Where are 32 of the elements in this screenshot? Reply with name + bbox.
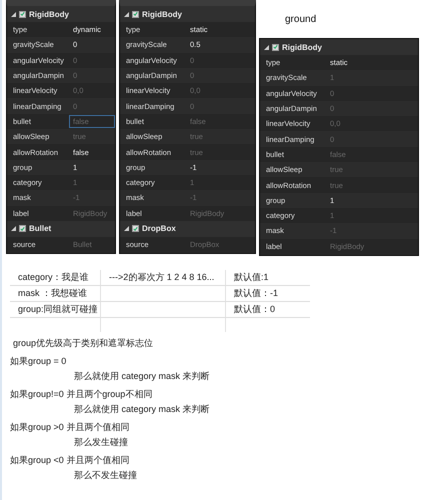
table-cell-text: group:同组就可碰撞 bbox=[17, 302, 99, 316]
checkbox[interactable] bbox=[19, 225, 26, 232]
section-header[interactable]: Bullet bbox=[7, 220, 115, 237]
table-cell-text: mask ：我想碰谁 bbox=[17, 286, 88, 300]
table-cell: 默认值:1 bbox=[225, 270, 310, 285]
table-cell: 默认值：0 bbox=[225, 302, 310, 317]
note-line: 如果group = 0 bbox=[9, 354, 68, 368]
table-cell-text: category：我是谁 bbox=[17, 270, 90, 284]
section-header[interactable]: RigidBody bbox=[260, 39, 418, 55]
section-title: RigidBody bbox=[142, 10, 182, 18]
table-cell: --->2的幂次方 1 2 4 8 16... bbox=[100, 270, 225, 285]
checkbox[interactable] bbox=[132, 10, 139, 18]
note-line: 如果group!=0 并且两个group不相同 bbox=[9, 388, 154, 401]
section-title: DropBox bbox=[142, 224, 176, 234]
note-line: group优先级高于类别和遮罩标志位 bbox=[12, 336, 154, 350]
section-header[interactable]: RigidBody bbox=[120, 6, 255, 22]
checkbox[interactable] bbox=[132, 225, 139, 232]
checkbox[interactable] bbox=[19, 10, 26, 18]
section-title: Bullet bbox=[29, 224, 52, 234]
note-line: 那么不发生碰撞 bbox=[73, 468, 138, 482]
note-line: 如果group <0 并且两个值相同 bbox=[9, 454, 130, 467]
checkbox[interactable] bbox=[272, 44, 279, 50]
table-cell: 默认值：-1 bbox=[225, 286, 310, 301]
section-title: RigidBody bbox=[282, 42, 322, 52]
note-line: 那么就使用 category mask 来判断 bbox=[73, 402, 211, 416]
section-header[interactable]: DropBox bbox=[120, 220, 255, 237]
section-title: RigidBody bbox=[29, 10, 69, 18]
note-line: 如果group >0 并且两个值相同 bbox=[9, 420, 130, 434]
section-header[interactable]: RigidBody bbox=[7, 6, 115, 22]
object-title: ground bbox=[284, 13, 318, 27]
note-line: 那么发生碰撞 bbox=[73, 436, 129, 449]
note-line: 那么就使用 category mask 来判断 bbox=[73, 370, 211, 383]
